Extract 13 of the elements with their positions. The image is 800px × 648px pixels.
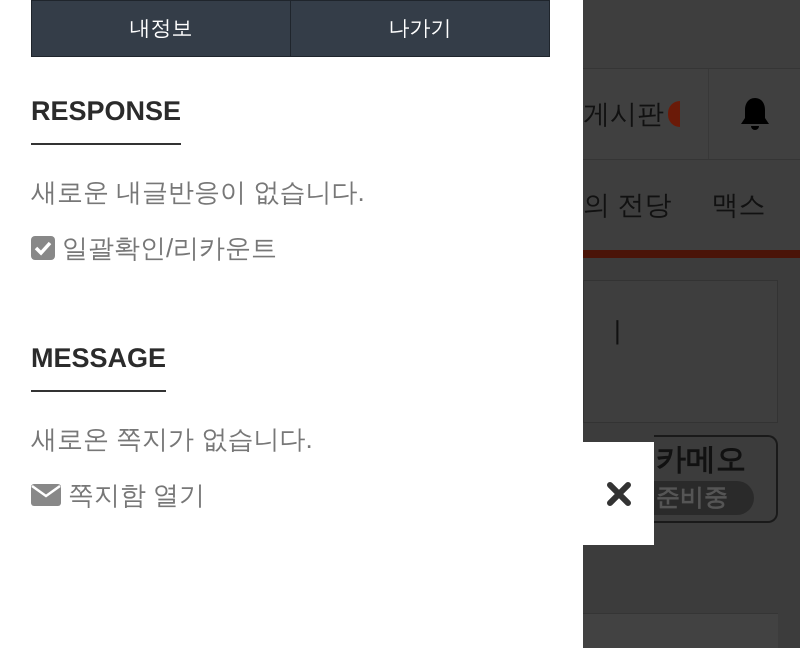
separator-text: | [614,315,621,345]
empty-message: 새로온 쪽지가 없습니다. [31,423,314,456]
close-button[interactable] [583,442,654,545]
envelope-icon [31,484,61,506]
mailbox-link[interactable]: 쪽지함 열기 [31,478,206,512]
drawer-button[interactable]: 나가기 [290,1,549,56]
section-heading: RESPONSE [31,93,182,145]
section-heading: MESSAGE [31,340,166,392]
notification-badge [668,101,680,127]
close-icon [606,480,632,506]
recount-link[interactable]: 일괄확인/리카운트 [31,231,278,265]
drawer-button[interactable]: 내정보 [32,1,290,56]
empty-message: 새로운 내글반응이 없습니다. [31,176,366,209]
